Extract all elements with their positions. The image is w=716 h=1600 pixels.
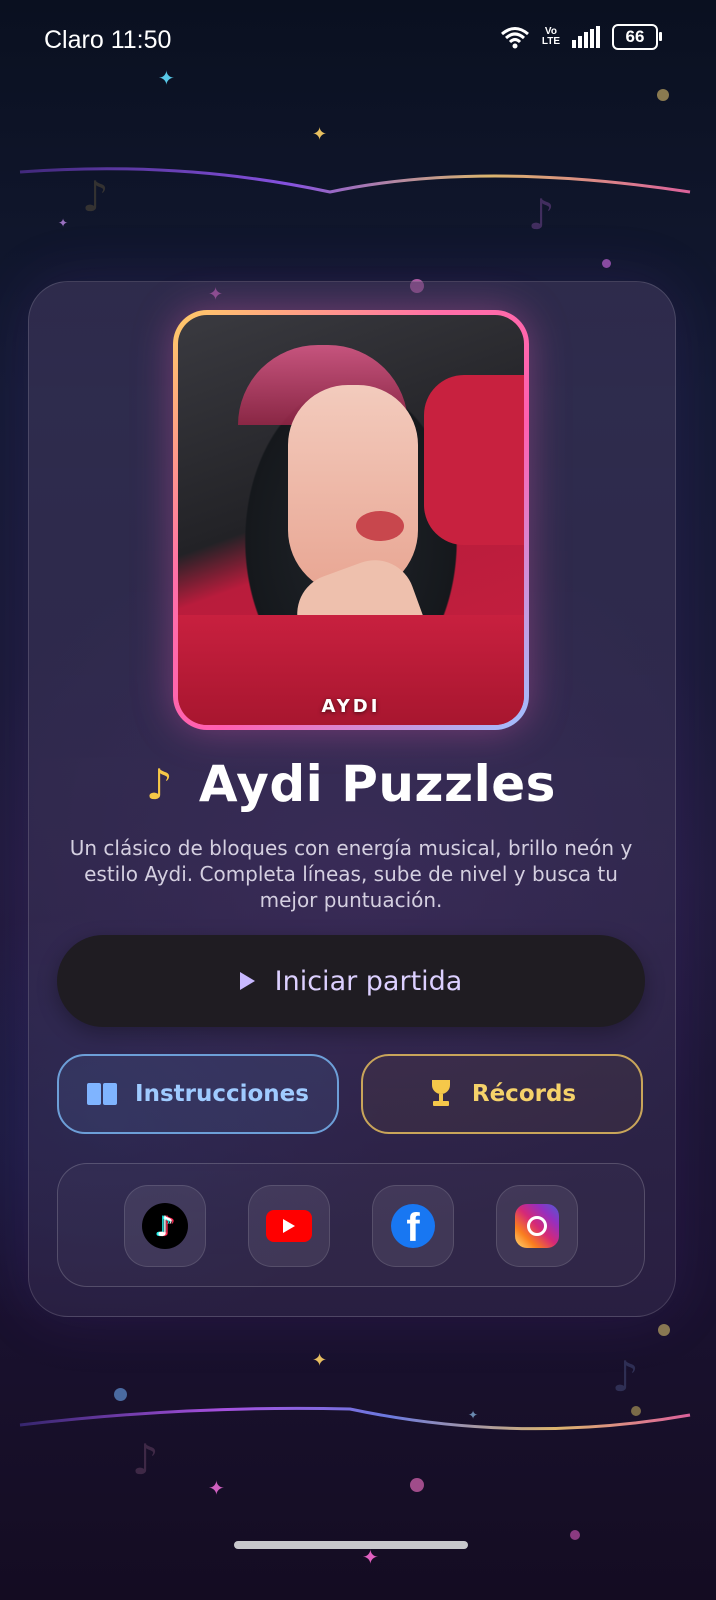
tiktok-button[interactable]: ♪ [124,1185,206,1267]
status-bar: Claro 11:50 Vo LTE 66 [0,0,716,80]
battery-level: 66 [625,27,645,46]
youtube-button[interactable] [248,1185,330,1267]
records-label: Récords [471,1081,577,1107]
sparkle-icon: ✦ [158,66,175,90]
glow-dot [631,1406,641,1416]
trophy-base [432,1101,449,1106]
volte-bottom: LTE [541,36,560,47]
sparkle-icon: ✦ [312,1350,328,1371]
photo-detail [288,385,418,595]
bottom-neon-wave [19,1406,691,1431]
music-note-decoration-icon: ♪ [82,172,109,221]
glow-dot [410,1478,424,1492]
tiktok-icon: ♪ [142,1203,188,1249]
facebook-button[interactable]: f [372,1185,454,1267]
glow-dot [602,259,611,268]
status-carrier-time: Claro 11:50 [44,26,171,55]
instagram-icon [515,1204,559,1248]
game-description: Un clásico de bloques con energía musica… [69,836,633,912]
glow-dot [657,89,669,101]
battery-icon: 66 [612,24,662,50]
status-icons: Vo LTE 66 [500,24,662,50]
records-button[interactable]: Récords [361,1054,643,1134]
trophy-icon [428,1080,454,1108]
instructions-label: Instrucciones [135,1081,309,1107]
facebook-icon: f [391,1204,435,1248]
signal-icon [572,26,600,48]
home-indicator[interactable] [234,1541,468,1549]
title-row: ♪ Aydi Puzzles [28,755,674,813]
glow-dot [570,1530,580,1540]
start-game-label: Iniciar partida [274,965,463,997]
music-note-decoration-icon: ♪ [528,190,555,239]
sparkle-icon: ✦ [208,1476,225,1500]
instagram-button[interactable] [496,1185,578,1267]
wifi-icon [500,27,529,49]
music-note-decoration-icon: ♪ [132,1435,159,1484]
photo-detail [424,375,524,545]
start-game-button[interactable]: Iniciar partida [57,935,645,1027]
glow-dot [658,1324,670,1336]
volte-icon: Vo LTE [542,27,560,47]
game-title: Aydi Puzzles [198,755,556,813]
sparkle-icon: ✦ [312,124,328,145]
profile-photo-frame: AYDI [173,310,529,730]
music-note-icon: ♪ [146,759,173,809]
sparkle-icon: ✦ [468,1408,479,1422]
trophy-stem [438,1094,443,1101]
photo-caption: AYDI [321,696,381,717]
book-icon [87,1083,118,1105]
youtube-icon [266,1210,312,1242]
instructions-button[interactable]: Instrucciones [57,1054,339,1134]
photo-detail [356,511,404,541]
clock-time: 11:50 [110,26,172,54]
sparkle-icon: ✦ [58,216,69,230]
glow-dot [114,1388,127,1401]
profile-photo: AYDI [178,315,524,725]
trophy-cup [431,1080,450,1094]
carrier-name: Claro [44,26,104,54]
music-note-decoration-icon: ♪ [612,1352,639,1401]
play-icon [239,972,255,990]
